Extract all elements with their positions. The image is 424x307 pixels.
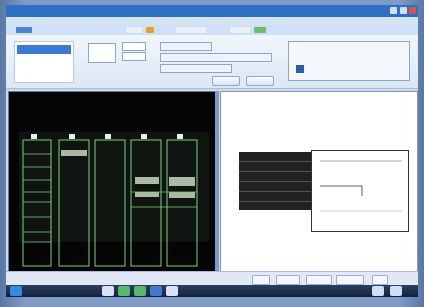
- toolbar-button[interactable]: [146, 27, 154, 33]
- status-bar: [6, 271, 418, 286]
- app-icon[interactable]: [150, 286, 162, 296]
- tray-icon[interactable]: [372, 286, 384, 296]
- settings-group: [288, 41, 410, 81]
- input-field[interactable]: [122, 42, 146, 51]
- input-field[interactable]: [122, 52, 146, 61]
- toolbar: [6, 25, 418, 35]
- status-button[interactable]: [252, 275, 270, 285]
- gel-image-view[interactable]: [8, 91, 216, 273]
- nav-item[interactable]: [17, 55, 71, 64]
- gel-image: [9, 92, 215, 272]
- maximize-button[interactable]: [400, 7, 407, 14]
- app-window: [6, 5, 418, 297]
- profile-plot-svg: [320, 160, 402, 212]
- ribbon-button[interactable]: [212, 76, 240, 86]
- option-group[interactable]: [160, 64, 232, 73]
- ribbon-button[interactable]: [246, 76, 274, 86]
- image-preview: [88, 43, 116, 63]
- toolbar-button[interactable]: [176, 27, 206, 33]
- option-group[interactable]: [160, 53, 272, 62]
- nav-item[interactable]: [17, 65, 71, 74]
- nav-list: [14, 41, 74, 83]
- analysis-view[interactable]: [220, 91, 418, 273]
- toolbar-button[interactable]: [230, 27, 250, 33]
- status-button[interactable]: [372, 275, 388, 285]
- profile-plot[interactable]: [311, 150, 409, 232]
- windows-icon[interactable]: [10, 286, 22, 296]
- option-group[interactable]: [160, 42, 212, 51]
- app-icon[interactable]: [102, 286, 114, 296]
- toolbar-button[interactable]: [126, 27, 142, 33]
- tray-icon[interactable]: [390, 286, 402, 296]
- status-button[interactable]: [306, 275, 332, 285]
- toolbar-button[interactable]: [254, 27, 266, 33]
- lane-strip-image: [239, 152, 313, 210]
- app-icon[interactable]: [166, 286, 178, 296]
- close-button[interactable]: [409, 7, 416, 14]
- status-button[interactable]: [276, 275, 300, 285]
- nav-item[interactable]: [17, 45, 71, 54]
- app-icon[interactable]: [118, 286, 130, 296]
- app-icon[interactable]: [134, 286, 146, 296]
- minimize-button[interactable]: [390, 7, 397, 14]
- toolbar-button[interactable]: [16, 27, 32, 33]
- pane-splitter[interactable]: [215, 91, 219, 271]
- title-bar: [6, 5, 418, 17]
- taskbar: [6, 285, 418, 297]
- ribbon-panel: [6, 35, 418, 89]
- color-swatch[interactable]: [296, 65, 304, 73]
- status-button[interactable]: [336, 275, 364, 285]
